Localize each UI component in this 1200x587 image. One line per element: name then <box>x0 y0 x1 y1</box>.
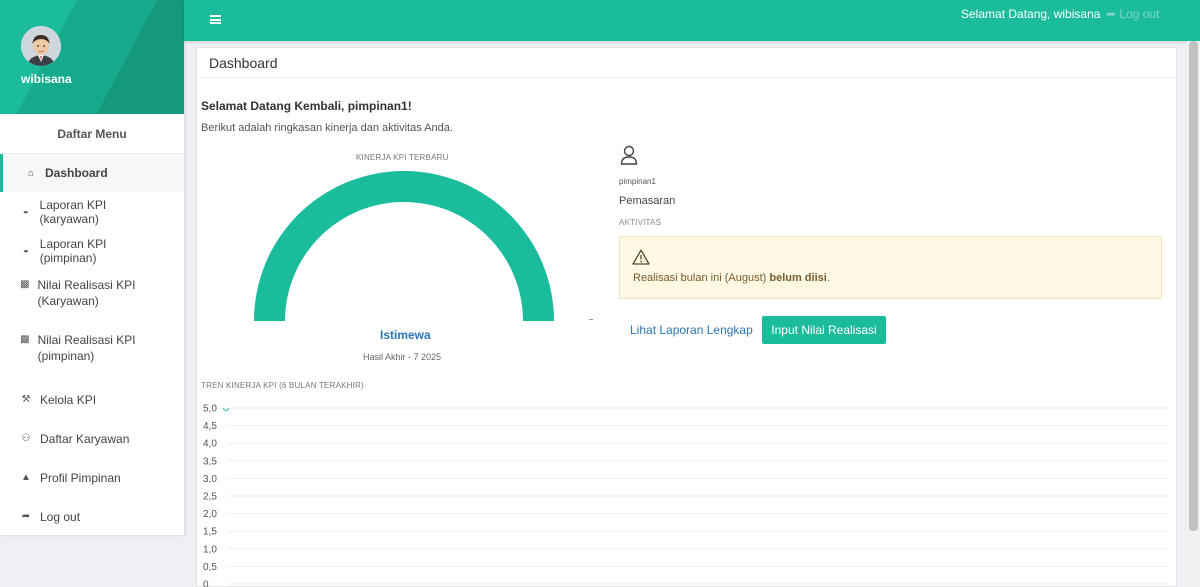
page-scrollbar[interactable] <box>1187 41 1200 587</box>
sidebar-item-realisasi-pimpinan[interactable]: ▩ Nilai Realisasi KPI (pimpinan) <box>0 325 184 380</box>
edit-icon: ▩ <box>20 334 30 345</box>
greeting-heading: Selamat Datang Kembali, pimpinan1! <box>201 99 412 113</box>
sign-out-icon: ➦ <box>21 511 31 522</box>
y-tick-label: 1,5 <box>203 527 217 538</box>
sidebar-item-label: Nilai Realisasi KPI (Karyawan) <box>37 278 136 308</box>
logout-link[interactable]: ➦ Log out <box>1106 7 1159 21</box>
dashboard-icon: ◒ <box>22 245 29 256</box>
activity-label: AKTIVITAS <box>619 218 662 227</box>
input-realisasi-button[interactable]: Input Nilai Realisasi <box>762 316 886 344</box>
warning-icon <box>632 249 650 265</box>
view-report-link[interactable]: Lihat Laporan Lengkap <box>630 323 753 337</box>
hamburger-menu-icon[interactable] <box>210 15 221 24</box>
gauge-subtitle: Hasil Akhir - 7 2025 <box>363 352 442 362</box>
user-icon: ▲ <box>21 472 31 483</box>
user-icon <box>620 145 638 165</box>
edit-icon: ▩ <box>20 279 30 290</box>
gauge-fill <box>254 171 554 321</box>
sidebar-item-laporan-pimpinan[interactable]: ◒ Laporan KPI (pimpinan) <box>0 231 184 270</box>
profile-username: pimpinan1 <box>619 177 656 186</box>
activity-alert: Realisasi bulan ini (August) belum diisi… <box>619 236 1162 299</box>
sidebar-item-label: Dashboard <box>45 166 108 180</box>
sidebar-item-label: Kelola KPI <box>40 392 97 407</box>
y-tick-label: 0,5 <box>203 562 217 573</box>
alert-message-prefix: Realisasi bulan ini (August) <box>633 272 770 284</box>
y-tick-label: 4,5 <box>203 421 217 432</box>
sidebar-item-dashboard[interactable]: ⌂ Dashboard <box>0 154 184 192</box>
wrench-icon: ⚒ <box>21 394 31 405</box>
y-tick-label: 5,0 <box>203 404 217 415</box>
trend-chart-title: TREN KINERJA KPI (6 BULAN TERAKHIR) <box>201 381 364 390</box>
y-tick-label: 3,0 <box>203 474 217 485</box>
sidebar-item-logout[interactable]: ➦ Log out <box>0 497 184 536</box>
home-icon: ⌂ <box>27 167 35 179</box>
avatar-image <box>21 26 61 66</box>
page-title: Dashboard <box>209 55 278 71</box>
sidebar: wibisana Daftar Menu ⌂ Dashboard ◒ Lapor… <box>0 0 184 535</box>
sidebar-item-label: Laporan KPI (pimpinan) <box>39 236 107 265</box>
gauge-marker <box>589 319 593 320</box>
y-tick-label: 3,5 <box>203 456 217 467</box>
sidebar-item-label: Profil Pimpinan <box>40 470 121 485</box>
sidebar-item-laporan-karyawan[interactable]: ◒ Laporan KPI (karyawan) <box>0 192 184 231</box>
scrollbar-thumb[interactable] <box>1189 41 1198 531</box>
welcome-text: Selamat Datang, wibisana <box>961 7 1101 21</box>
alert-message: Realisasi bulan ini (August) belum diisi… <box>633 272 830 284</box>
y-tick-label: 2,0 <box>203 509 217 520</box>
dashboard-icon: ◒ <box>22 206 29 217</box>
sidebar-item-profil-pimpinan[interactable]: ▲ Profil Pimpinan <box>0 458 184 497</box>
dashboard-panel: Dashboard Selamat Datang Kembali, pimpin… <box>196 47 1177 587</box>
sidebar-item-kelola-kpi[interactable]: ⚒ Kelola KPI <box>0 380 184 419</box>
divider <box>197 77 1176 78</box>
y-tick-label: 2,5 <box>203 492 217 503</box>
sidebar-username: wibisana <box>21 72 72 86</box>
sidebar-item-label: Laporan KPI (karyawan) <box>39 197 107 226</box>
alert-message-bold: belum diisi <box>769 272 827 284</box>
menu-title: Daftar Menu <box>0 114 184 154</box>
profile-department: Pemasaran <box>619 195 676 207</box>
gauge-label: KINERJA KPI TERBARU <box>356 153 449 162</box>
gauge-status: Istimewa <box>380 328 431 342</box>
summary-text: Berikut adalah ringkasan kinerja dan akt… <box>201 122 453 134</box>
y-tick-label: 0 <box>203 580 209 587</box>
alert-message-suffix: . <box>826 272 830 284</box>
avatar <box>21 26 61 66</box>
users-icon: ⚇ <box>21 433 31 444</box>
top-navbar: Selamat Datang, wibisana ➦ Log out <box>184 0 1200 41</box>
sidebar-item-label: Daftar Karyawan <box>40 431 130 446</box>
sidebar-item-daftar-karyawan[interactable]: ⚇ Daftar Karyawan <box>0 419 184 458</box>
sidebar-item-realisasi-karyawan[interactable]: ▩ Nilai Realisasi KPI (Karyawan) <box>0 270 184 325</box>
kpi-gauge <box>254 171 554 321</box>
trend-chart: 5,0 4,5 4,0 3,5 3,0 2,5 2,0 1,5 1,0 0,5 0 <box>203 404 1169 587</box>
sidebar-profile: wibisana <box>0 0 184 114</box>
y-tick-label: 4,0 <box>203 439 217 450</box>
y-tick-label: 1,0 <box>203 544 217 555</box>
sidebar-item-label: Log out <box>40 509 81 524</box>
sidebar-item-label: Nilai Realisasi KPI (pimpinan) <box>37 333 136 363</box>
